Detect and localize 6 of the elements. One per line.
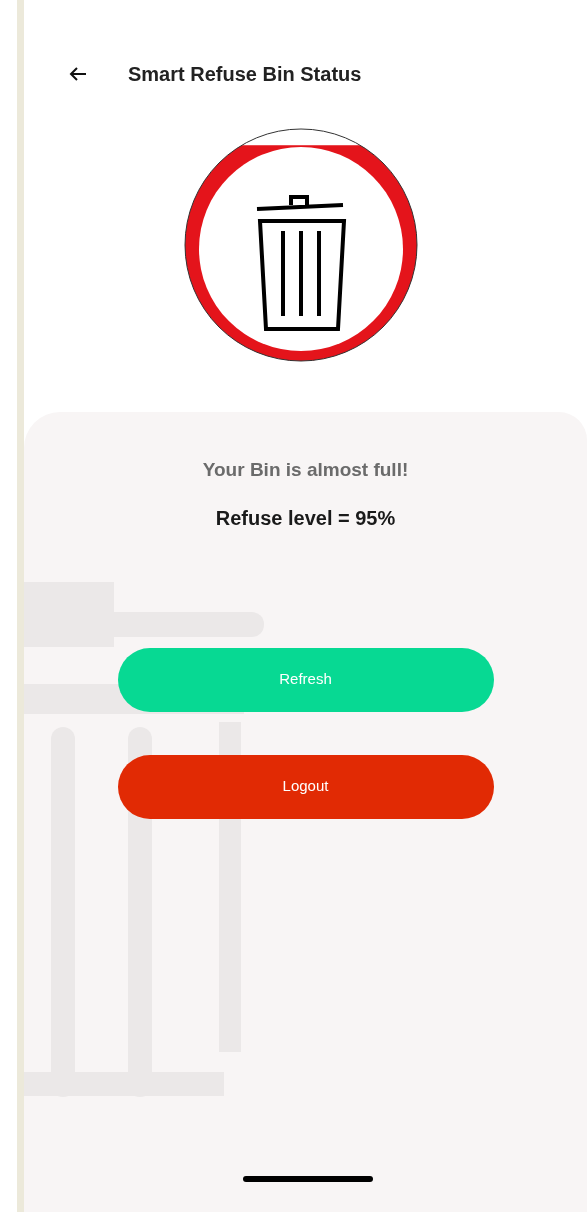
screen-title: Smart Refuse Bin Status	[128, 62, 362, 87]
logout-button[interactable]: Logout	[117, 754, 494, 819]
status-message: Your Bin is almost full!	[202, 458, 409, 482]
trash-can-icon	[254, 195, 346, 331]
refuse-level-reading: Refuse level = 95%	[215, 505, 396, 531]
back-arrow-icon[interactable]	[68, 66, 88, 82]
